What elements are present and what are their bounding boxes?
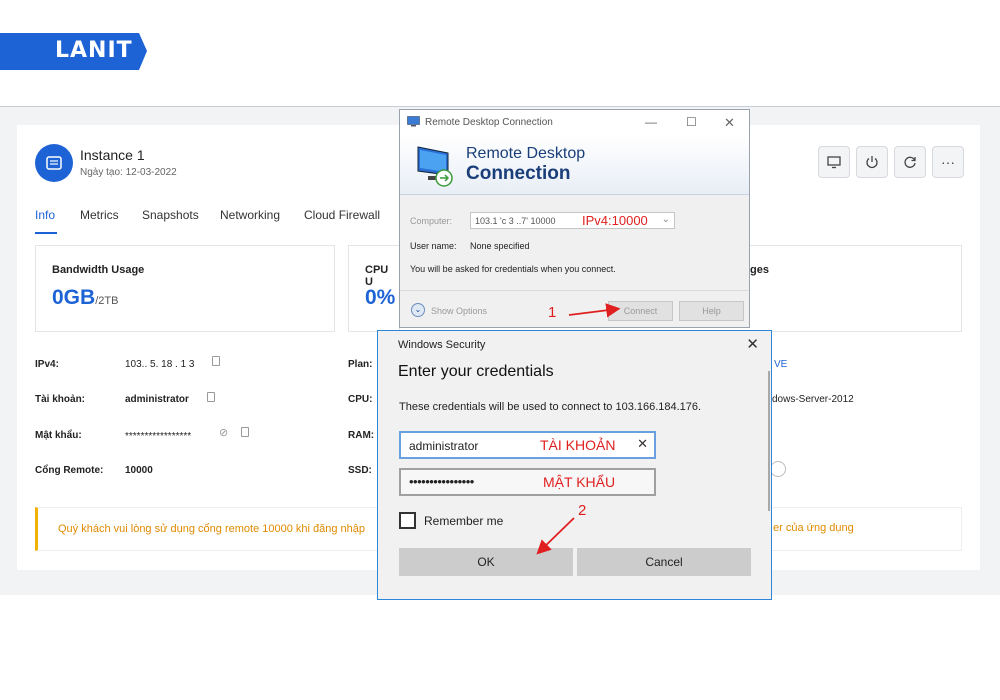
step-2-label: 2 <box>578 502 587 519</box>
rdc-banner-line1: Remote Desktop <box>466 145 586 162</box>
copy-password-icon[interactable] <box>241 427 249 437</box>
more-button[interactable]: ··· <box>932 146 964 178</box>
username-input[interactable]: administrator TÀI KHOẢN ✕ <box>399 431 656 459</box>
plan-value[interactable]: VE <box>774 359 787 370</box>
username-input-value: administrator <box>409 439 479 453</box>
remote-port-label: Cổng Remote: <box>35 465 104 476</box>
cpu-card-title: CPU U <box>365 264 389 288</box>
password-annotation: MẬT KHẨU <box>543 474 616 490</box>
cpu-card: CPU U 0% <box>348 245 400 332</box>
remote-desktop-window: Remote Desktop Connection — ☐ ✕ Remote D… <box>399 109 750 328</box>
credentials-description: These credentials will be used to connec… <box>399 401 702 413</box>
ok-button[interactable]: OK <box>399 548 573 576</box>
minimize-icon[interactable]: — <box>645 115 657 129</box>
rdc-window-title: Remote Desktop Connection <box>425 117 553 128</box>
remote-desktop-monitor-icon <box>417 146 453 187</box>
bandwidth-unit: /2TB <box>95 295 119 307</box>
password-input-mask: •••••••••••••••• <box>409 474 474 489</box>
maximize-icon[interactable]: ☐ <box>686 115 697 129</box>
power-icon <box>866 156 878 169</box>
notice-text-tail: er của ứng dụng <box>773 522 854 534</box>
scrollbar[interactable] <box>768 371 770 511</box>
toggle-knob[interactable] <box>770 461 786 477</box>
rdc-titlebar: Remote Desktop Connection — ☐ ✕ <box>400 110 749 135</box>
console-button[interactable] <box>818 146 850 178</box>
monitor-icon <box>827 156 841 169</box>
windows-security-dialog: Windows Security ✕ Enter your credential… <box>377 330 772 600</box>
computer-annotation: IPv4:10000 <box>582 213 648 228</box>
rdc-banner: Remote Desktop Connection <box>400 135 749 195</box>
brand-logo-text: LANIT <box>55 38 133 63</box>
bandwidth-card: Bandwidth Usage 0GB/2TB <box>35 245 335 332</box>
tab-info[interactable]: Info <box>35 208 55 222</box>
show-options-link[interactable]: Show Options <box>431 306 487 316</box>
bandwidth-value: 0GB/2TB <box>52 286 119 309</box>
username-label: User name: <box>410 241 457 251</box>
cpu-label: CPU: <box>348 394 373 405</box>
refresh-icon <box>904 156 916 168</box>
plan-label: Plan: <box>348 359 373 370</box>
close-icon[interactable]: ✕ <box>724 115 735 131</box>
computer-combobox[interactable]: 103.1 'c 3 ..7' 10000 IPv4:10000 ⌄ <box>470 212 675 229</box>
tab-snapshots[interactable]: Snapshots <box>142 208 199 222</box>
cancel-button[interactable]: Cancel <box>577 548 751 576</box>
chevron-down-icon[interactable]: ⌄ <box>662 214 670 225</box>
brand-logo[interactable]: LANIT <box>0 33 147 70</box>
bandwidth-card-title: Bandwidth Usage <box>52 264 145 276</box>
tab-cloud-firewall[interactable]: Cloud Firewall <box>304 208 380 222</box>
remember-me-checkbox[interactable] <box>399 512 416 529</box>
security-window-title: Windows Security <box>398 339 486 351</box>
eye-off-icon[interactable]: ⊘ <box>219 426 228 439</box>
rdc-app-icon <box>407 116 420 127</box>
os-value: dows-Server-2012 <box>772 394 854 405</box>
remote-port-value: 10000 <box>125 465 153 476</box>
ipv4-label: IPv4: <box>35 359 59 370</box>
credentials-note: You will be asked for credentials when y… <box>410 264 616 274</box>
cpu-value: 0% <box>365 286 396 309</box>
rdc-separator <box>400 290 749 291</box>
instance-cloud-icon <box>35 144 73 182</box>
help-button[interactable]: Help <box>679 301 744 321</box>
password-input[interactable]: •••••••••••••••• MẬT KHẨU <box>399 468 656 496</box>
images-card-title: ges <box>750 264 769 276</box>
username-annotation: TÀI KHOẢN <box>540 437 616 453</box>
computer-label: Computer: <box>410 216 453 226</box>
instance-title: Instance 1 <box>80 147 145 163</box>
notice-text: Quý khách vui lòng sử dụng cổng remote 1… <box>58 523 366 535</box>
rdc-banner-line2: Connection <box>466 163 571 184</box>
clear-input-icon[interactable]: ✕ <box>637 436 648 452</box>
connect-button[interactable]: Connect <box>608 301 673 321</box>
show-options-icon[interactable]: ⌄ <box>411 303 425 317</box>
account-value: administrator <box>125 394 189 405</box>
computer-value: 103.1 'c 3 ..7' 10000 <box>475 216 556 226</box>
active-tab-indicator <box>35 232 57 234</box>
copy-ipv4-icon[interactable] <box>212 356 220 366</box>
tab-metrics[interactable]: Metrics <box>80 208 119 222</box>
close-icon[interactable]: ✕ <box>746 335 759 353</box>
tab-networking[interactable]: Networking <box>220 208 280 222</box>
step-1-label: 1 <box>548 304 557 321</box>
password-value: ***************** <box>125 431 192 442</box>
ssd-label: SSD: <box>348 465 372 476</box>
remember-me-label: Remember me <box>424 514 504 528</box>
ram-label: RAM: <box>348 430 375 441</box>
instance-created-date: Ngày tạo: 12-03-2022 <box>80 167 177 178</box>
account-label: Tài khoản: <box>35 394 86 405</box>
username-value: None specified <box>470 241 530 251</box>
power-button[interactable] <box>856 146 888 178</box>
credentials-heading: Enter your credentials <box>398 363 554 380</box>
copy-account-icon[interactable] <box>207 392 215 402</box>
restart-button[interactable] <box>894 146 926 178</box>
ipv4-value: 103.. 5. 18 . 1 3 <box>125 359 195 370</box>
more-icon: ··· <box>941 154 955 170</box>
images-card: ges <box>750 245 962 332</box>
password-label: Mật khẩu: <box>35 430 82 441</box>
